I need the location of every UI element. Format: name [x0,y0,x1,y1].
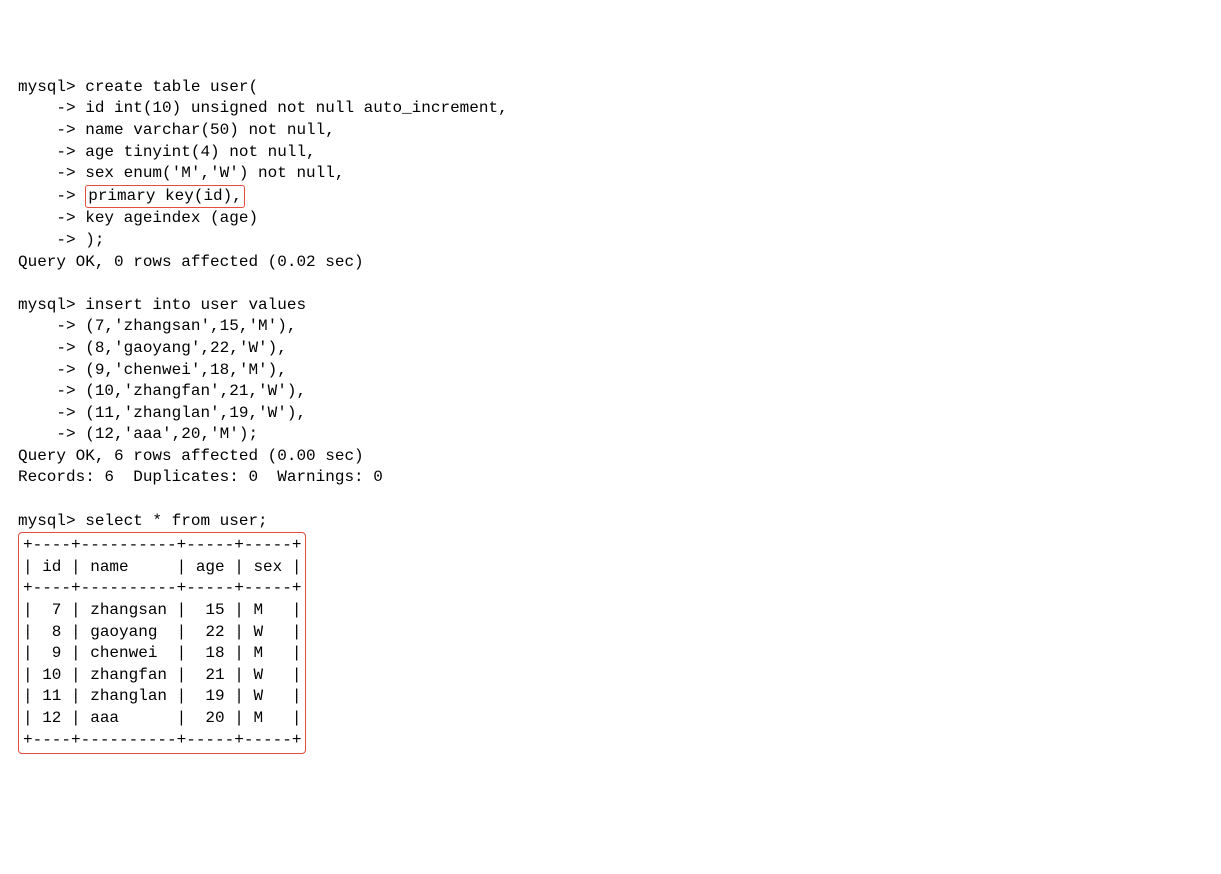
cont-prompt: -> [18,231,85,249]
cont-prompt: -> [18,317,85,335]
cont-prompt: -> [18,339,85,357]
primary-key-highlight: primary key(id), [85,185,245,209]
insert-line: -> (12,'aaa',20,'M'); [18,424,1203,446]
insert-row: (10,'zhangfan',21,'W'), [85,382,306,400]
table-row: | 7 | zhangsan | 15 | M | [23,600,301,622]
create-stmt-line: mysql> create table user( [18,77,1203,99]
close-paren: ); [85,231,104,249]
create-line: -> key ageindex (age) [18,208,1203,230]
cont-prompt: -> [18,404,85,422]
col-def: age tinyint(4) not null, [85,143,315,161]
insert-result-1: Query OK, 6 rows affected (0.00 sec) [18,446,1203,468]
cont-prompt: -> [18,143,85,161]
create-line: -> name varchar(50) not null, [18,120,1203,142]
table-row: | 12 | aaa | 20 | M | [23,708,301,730]
cont-prompt: -> [18,164,85,182]
select-stmt-line: mysql> select * from user; [18,511,1203,533]
insert-line: -> (10,'zhangfan',21,'W'), [18,381,1203,403]
col-def: id int(10) unsigned not null auto_increm… [85,99,507,117]
cont-prompt: -> [18,187,85,205]
col-def: sex enum('M','W') not null, [85,164,344,182]
create-line: -> sex enum('M','W') not null, [18,163,1203,185]
cont-prompt: -> [18,121,85,139]
insert-row: (7,'zhangsan',15,'M'), [85,317,296,335]
create-line: -> age tinyint(4) not null, [18,142,1203,164]
col-def: name varchar(50) not null, [85,121,335,139]
insert-line: -> (9,'chenwei',18,'M'), [18,360,1203,382]
insert-row: (12,'aaa',20,'M'); [85,425,258,443]
select-stmt: select * from user; [85,512,267,530]
insert-row: (8,'gaoyang',22,'W'), [85,339,287,357]
cont-prompt: -> [18,382,85,400]
insert-stmt: insert into user values [85,296,306,314]
insert-stmt-line: mysql> insert into user values [18,295,1203,317]
create-stmt: create table user( [85,78,258,96]
table-row: | 8 | gaoyang | 22 | W | [23,622,301,644]
cont-prompt: -> [18,209,85,227]
cont-prompt: -> [18,361,85,379]
cont-prompt: -> [18,425,85,443]
create-pk-line: -> primary key(id), [18,185,1203,209]
create-line: -> id int(10) unsigned not null auto_inc… [18,98,1203,120]
table-row: | 11 | zhanglan | 19 | W | [23,686,301,708]
mysql-prompt: mysql> [18,78,85,96]
insert-line: -> (7,'zhangsan',15,'M'), [18,316,1203,338]
create-result: Query OK, 0 rows affected (0.02 sec) [18,252,1203,274]
insert-line: -> (8,'gaoyang',22,'W'), [18,338,1203,360]
table-border: +----+----------+-----+-----+ [23,535,301,557]
mysql-prompt: mysql> [18,296,85,314]
mysql-prompt: mysql> [18,512,85,530]
table-border: +----+----------+-----+-----+ [23,730,301,752]
insert-row: (11,'zhanglan',19,'W'), [85,404,306,422]
insert-result-2: Records: 6 Duplicates: 0 Warnings: 0 [18,467,1203,489]
table-border: +----+----------+-----+-----+ [23,578,301,600]
table-row: | 10 | zhangfan | 21 | W | [23,665,301,687]
create-line: -> ); [18,230,1203,252]
table-header: | id | name | age | sex | [23,557,301,579]
result-table-highlight: +----+----------+-----+-----+| id | name… [18,532,306,754]
insert-line: -> (11,'zhanglan',19,'W'), [18,403,1203,425]
insert-row: (9,'chenwei',18,'M'), [85,361,287,379]
cont-prompt: -> [18,99,85,117]
terminal-output: mysql> create table user( -> id int(10) … [18,77,1203,754]
table-row: | 9 | chenwei | 18 | M | [23,643,301,665]
key-def: key ageindex (age) [85,209,258,227]
